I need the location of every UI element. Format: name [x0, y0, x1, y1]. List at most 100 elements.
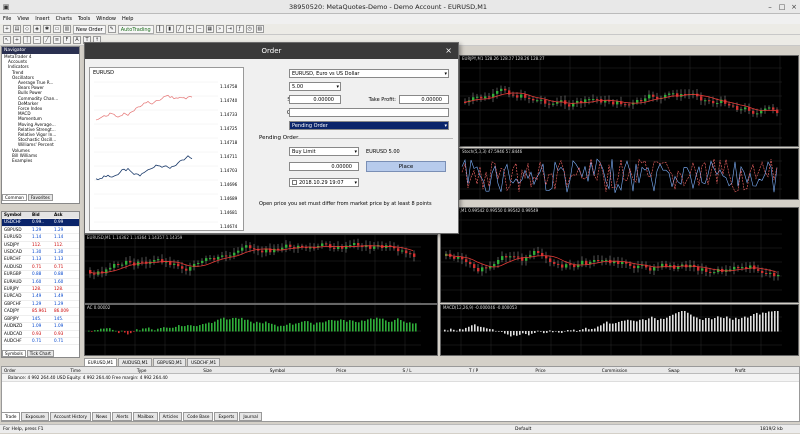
vertical-line-icon[interactable]: │: [23, 36, 31, 44]
autoscroll-icon[interactable]: »: [215, 25, 224, 33]
col-size[interactable]: Size: [201, 367, 267, 373]
expiry-input[interactable]: 2018.10.29 19:07: [289, 178, 359, 187]
tab-alerts[interactable]: Alerts: [112, 412, 133, 421]
tab-code-base[interactable]: Code Base: [183, 412, 214, 421]
table-row[interactable]: EURJPY 128. 128.: [2, 286, 79, 294]
table-row[interactable]: EURCAD 1.49 1.49: [2, 293, 79, 301]
col-profit[interactable]: Profit: [733, 367, 799, 373]
table-row[interactable]: EURUSD 1.14 1.14: [2, 234, 79, 242]
table-row[interactable]: AUDCHF 0.71 0.71: [2, 338, 79, 346]
table-row[interactable]: USDCHF 0.99.. 0.99: [2, 219, 79, 227]
trendline-icon[interactable]: ╱: [43, 36, 51, 44]
macd-subwindow[interactable]: MACD(12,26,9) -0.000046 -0.000053: [440, 304, 799, 356]
table-row[interactable]: EURCHF 1.13 1.13: [2, 256, 79, 264]
col-type[interactable]: Type: [135, 367, 201, 373]
tab-tick-chart[interactable]: Tick Chart: [26, 350, 54, 357]
menu-tools[interactable]: Tools: [78, 16, 90, 22]
new-order-button[interactable]: New Order: [73, 24, 106, 34]
table-row[interactable]: AUDUSD 0.71 0.71: [2, 264, 79, 272]
menu-file[interactable]: File: [3, 16, 11, 22]
data-window-icon[interactable]: ◈: [33, 25, 41, 33]
col-commission[interactable]: Commission: [600, 367, 666, 373]
col-swap[interactable]: Swap: [666, 367, 732, 373]
tab-favorites[interactable]: Favorites: [27, 194, 53, 201]
table-row[interactable]: GBPCHF 1.29 1.29: [2, 301, 79, 309]
table-row[interactable]: GBPUSD 1.29 1.29: [2, 227, 79, 235]
tab-articles[interactable]: Articles: [158, 412, 183, 421]
volume-input[interactable]: 5.00: [289, 82, 341, 91]
chart-eurusd[interactable]: EURUSD,M1 1.14362 1.14364 1.14357 1.1435…: [84, 234, 438, 304]
terminal-icon[interactable]: ▭: [53, 25, 61, 33]
col-symbol[interactable]: Symbol: [2, 212, 32, 218]
fibonacci-icon[interactable]: F: [63, 36, 71, 44]
chart-eurjpy[interactable]: EURJPY,M1 128.26 128.27 128.26 128.27: [459, 55, 799, 147]
new-chart-icon[interactable]: +: [3, 25, 11, 33]
col-current-price[interactable]: Price: [533, 367, 599, 373]
order-type-select[interactable]: Pending Order: [289, 121, 449, 130]
tab-journal[interactable]: Journal: [239, 412, 262, 421]
tree-item[interactable]: Examples: [2, 158, 79, 163]
comment-input[interactable]: [289, 108, 449, 117]
menu-view[interactable]: View: [17, 16, 29, 22]
table-row[interactable]: EURAUD 1.60 1.60: [2, 279, 79, 287]
stochastic-subwindow[interactable]: Stoch(5,3,3) 47.5946 57.8446: [459, 148, 799, 200]
line-chart-icon[interactable]: ╱: [175, 25, 184, 33]
minimize-button[interactable]: –: [764, 3, 776, 11]
col-sl[interactable]: S / L: [401, 367, 467, 373]
col-price[interactable]: Price: [334, 367, 400, 373]
indicators-icon[interactable]: ƒ: [235, 25, 244, 33]
table-row[interactable]: GBPJPY 145. 145.: [2, 316, 79, 324]
table-row[interactable]: CADJPY 85.961 86.009: [2, 308, 79, 316]
pending-type-select[interactable]: Buy Limit: [289, 147, 359, 156]
chart-shift-icon[interactable]: ⇥: [225, 25, 234, 33]
place-button[interactable]: Place: [366, 161, 446, 172]
take-profit-input[interactable]: 0.00000: [399, 95, 449, 104]
text-icon[interactable]: A: [73, 36, 81, 44]
expiry-checkbox[interactable]: [292, 180, 297, 185]
zoom-in-icon[interactable]: +: [185, 25, 194, 33]
col-time[interactable]: Time: [68, 367, 134, 373]
crosshair-icon[interactable]: +: [13, 36, 21, 44]
menu-window[interactable]: Window: [96, 16, 116, 22]
tab-mailbox[interactable]: Mailbox: [133, 412, 158, 421]
table-row[interactable]: AUDCAD 0.93 0.93: [2, 331, 79, 338]
tab-news[interactable]: News: [92, 412, 112, 421]
ac-subwindow[interactable]: AC 0.00002: [84, 304, 438, 356]
cursor-icon[interactable]: ↖: [3, 36, 11, 44]
menu-charts[interactable]: Charts: [56, 16, 72, 22]
col-bid[interactable]: Bid: [32, 212, 54, 218]
col-tp[interactable]: T / P: [467, 367, 533, 373]
channel-icon[interactable]: ≡: [53, 36, 61, 44]
zoom-out-icon[interactable]: −: [195, 25, 204, 33]
tab-experts[interactable]: Experts: [214, 412, 239, 421]
close-icon[interactable]: ×: [445, 43, 452, 59]
menu-help[interactable]: Help: [122, 16, 133, 22]
symbol-select[interactable]: EURUSD, Euro vs US Dollar: [289, 69, 449, 78]
autotrading-button[interactable]: AutoTrading: [117, 24, 154, 34]
price-input[interactable]: 0.00000: [289, 162, 359, 171]
table-row[interactable]: USDJPY 112. 112.: [2, 242, 79, 250]
close-window-button[interactable]: ×: [788, 3, 800, 11]
tab-common[interactable]: Common: [2, 194, 27, 201]
templates-icon[interactable]: ▧: [255, 25, 264, 33]
periods-icon[interactable]: ◷: [245, 25, 254, 33]
chart-usdchf[interactable]: USDCHF,M1 0.99542 0.99550 0.99542 0.9954…: [440, 207, 799, 303]
candle-chart-icon[interactable]: ▮: [165, 25, 174, 33]
navigator-icon[interactable]: ✱: [43, 25, 51, 33]
col-symbol[interactable]: Symbol: [268, 367, 334, 373]
table-row[interactable]: AUDNZD 1.09 1.09: [2, 323, 79, 331]
tab-exposure[interactable]: Exposure: [21, 412, 49, 421]
tab-symbols[interactable]: Symbols: [2, 350, 26, 357]
market-watch-icon[interactable]: ◇: [23, 25, 31, 33]
profiles-icon[interactable]: ▤: [13, 25, 21, 33]
tab-trade[interactable]: Trade: [1, 412, 21, 421]
tester-icon[interactable]: ▥: [63, 25, 71, 33]
table-row[interactable]: EURGBP 0.88 0.88: [2, 271, 79, 279]
col-ask[interactable]: Ask: [54, 212, 76, 218]
bar-chart-icon[interactable]: ┃: [155, 25, 164, 33]
table-row[interactable]: USDCAD 1.30 1.30: [2, 249, 79, 257]
stop-loss-input[interactable]: 0.00000: [289, 95, 341, 104]
meta-editor-icon[interactable]: ✎: [107, 25, 116, 33]
col-order[interactable]: Order: [2, 367, 68, 373]
menu-insert[interactable]: Insert: [35, 16, 49, 22]
